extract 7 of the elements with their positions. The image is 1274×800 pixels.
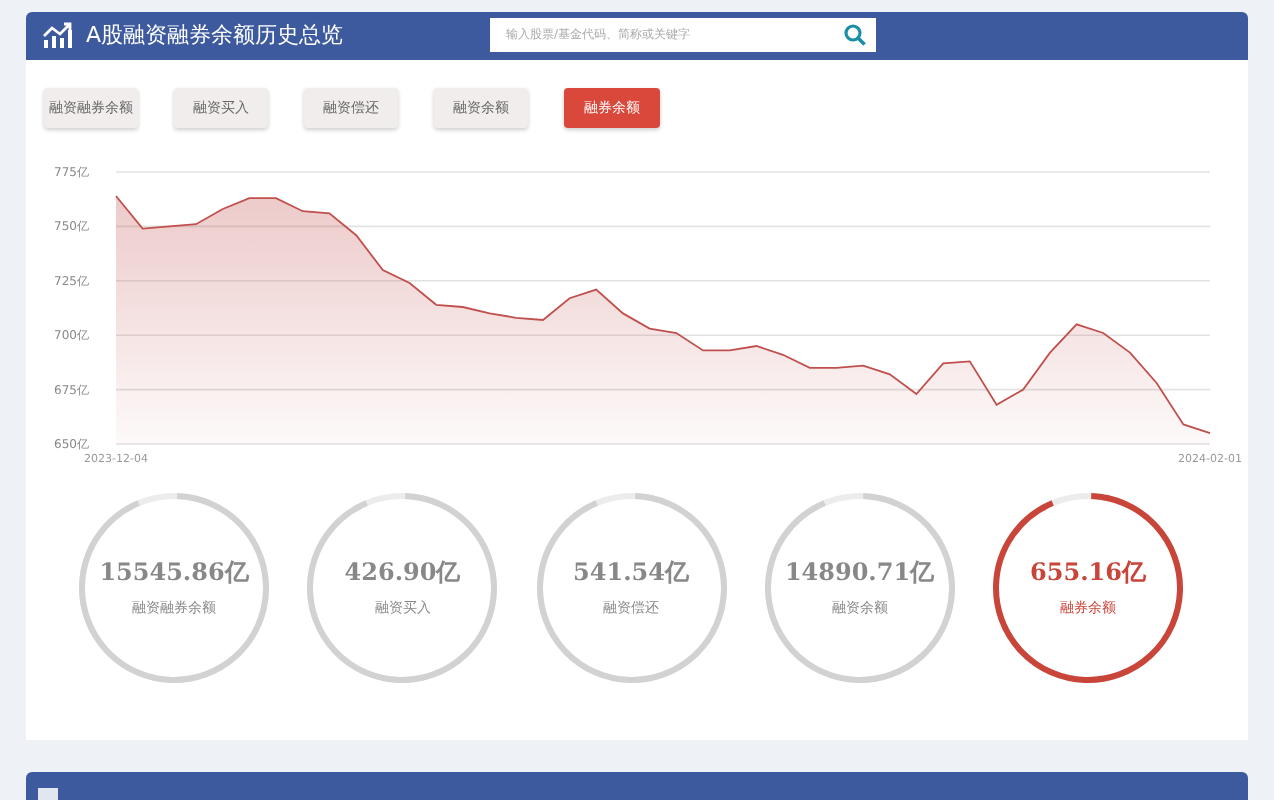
summary-value: 14890.71亿 — [784, 556, 935, 591]
summary-value: 426.90亿 — [344, 556, 461, 591]
summary-value: 541.54亿 — [573, 556, 689, 591]
page-title: A股融资融券余额历史总览 — [86, 20, 346, 51]
search-icon[interactable] — [844, 24, 866, 47]
summary-value: 15545.86亿 — [99, 556, 249, 591]
summary-value: 655.16亿 — [1030, 556, 1146, 591]
